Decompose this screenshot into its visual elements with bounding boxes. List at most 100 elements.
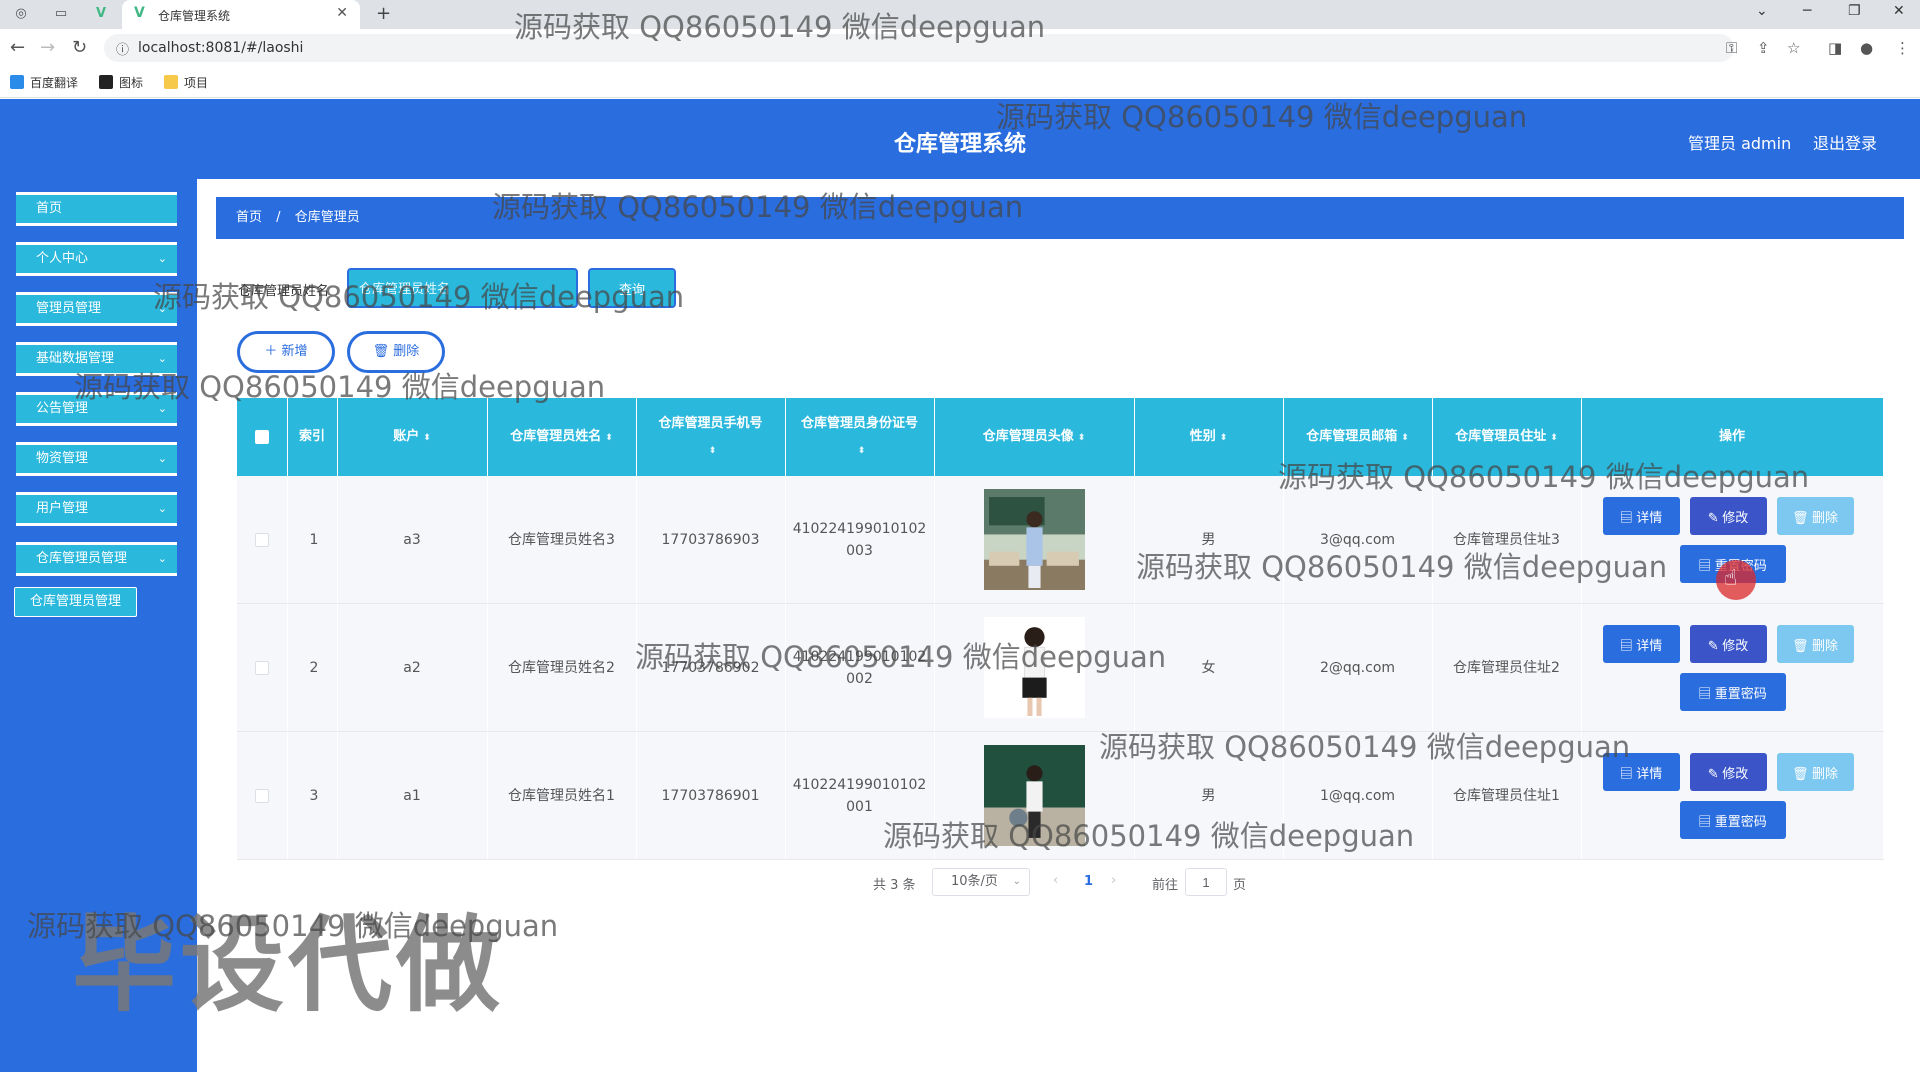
cell-actions: ▤ 详情 ✎ 修改 🗑 删除 ▤ 重置密码 — [1581, 476, 1884, 604]
browser-tab-bar: ◎ ▭ V V 仓库管理系统 ✕ + ⌄ ─ ❐ ✕ — [0, 0, 1920, 29]
restore-icon[interactable]: ❐ — [1848, 3, 1861, 19]
cell-account: a3 — [337, 476, 488, 604]
goto-page-input[interactable] — [1185, 868, 1227, 896]
search-button[interactable]: 查询 — [588, 268, 676, 308]
bookmark-item[interactable]: 图标 — [99, 74, 143, 91]
bookmark-item[interactable]: 百度翻译 — [10, 74, 78, 91]
tab-icon[interactable]: ▭ — [52, 5, 70, 23]
col-name[interactable]: 仓库管理员姓名 ⬍ — [487, 398, 637, 476]
sort-icon[interactable]: ⬍ — [1220, 425, 1228, 451]
close-icon[interactable]: ✕ — [336, 5, 348, 21]
minimize-icon[interactable]: ─ — [1803, 3, 1811, 19]
url-field[interactable]: ⓘ localhost:8081/#/laoshi — [104, 34, 1734, 62]
reset-password-button[interactable]: ▤ 重置密码 — [1679, 673, 1786, 711]
next-page-icon[interactable]: › — [1111, 873, 1116, 888]
col-address[interactable]: 仓库管理员住址 ⬍ — [1432, 398, 1582, 476]
cell-actions: ▤ 详情 ✎ 修改 🗑 删除 ▤ 重置密码 — [1581, 731, 1884, 860]
breadcrumb-home[interactable]: 首页 — [236, 210, 262, 225]
row-checkbox-cell[interactable] — [237, 476, 288, 604]
sidebar-item-notice[interactable]: 公告管理 ⌄ — [16, 392, 177, 426]
sidebar-item-materials[interactable]: 物资管理 ⌄ — [16, 442, 177, 476]
row-checkbox[interactable] — [254, 788, 269, 803]
app-title: 仓库管理系统 — [893, 132, 1026, 157]
edit-button[interactable]: ✎ 修改 — [1689, 625, 1767, 663]
select-all-header[interactable] — [237, 398, 288, 476]
pagination-total: 共 3 条 — [873, 878, 916, 893]
star-icon[interactable]: ☆ — [1787, 39, 1800, 57]
row-checkbox[interactable] — [254, 660, 269, 675]
sidebar-item-label: 基础数据管理 — [36, 351, 115, 366]
detail-button[interactable]: ▤ 详情 — [1602, 625, 1680, 663]
sort-icon[interactable]: ⬍ — [1550, 425, 1558, 451]
col-email[interactable]: 仓库管理员邮箱 ⬍ — [1283, 398, 1433, 476]
menu-icon[interactable]: ⋮ — [1895, 39, 1910, 57]
sort-icon[interactable]: ⬍ — [1078, 425, 1086, 451]
delete-button[interactable]: 🗑 删除 — [347, 331, 445, 373]
page-number[interactable]: 1 — [1084, 874, 1093, 889]
edit-button[interactable]: ✎ 修改 — [1689, 753, 1767, 791]
cell-name: 仓库管理员姓名2 — [487, 603, 637, 732]
avatar-image[interactable] — [983, 745, 1085, 846]
sort-icon[interactable]: ⬍ — [858, 438, 866, 464]
avatar-image[interactable] — [983, 617, 1085, 718]
detail-button[interactable]: ▤ 详情 — [1602, 497, 1680, 535]
sidebar-item-users[interactable]: 用户管理 ⌄ — [16, 492, 177, 526]
chevron-down-icon: ⌄ — [157, 552, 167, 565]
close-window-icon[interactable]: ✕ — [1893, 3, 1905, 19]
sidebar-item-home[interactable]: 首页 — [16, 192, 177, 226]
globe-icon[interactable]: ◎ — [12, 5, 30, 23]
browser-tab-active[interactable]: V 仓库管理系统 ✕ — [122, 0, 360, 29]
back-icon[interactable]: ← — [10, 37, 25, 58]
delete-row-button[interactable]: 🗑 删除 — [1776, 497, 1854, 535]
col-idcard[interactable]: 仓库管理员身份证号 ⬍ — [785, 398, 935, 476]
row-checkbox-cell[interactable] — [237, 603, 288, 732]
row-checkbox-cell[interactable] — [237, 731, 288, 860]
page-size-select[interactable]: 10条/页 ⌄ — [932, 868, 1030, 896]
profile-icon[interactable]: ● — [1860, 39, 1873, 57]
sidebar-item-warehouse-admin[interactable]: 仓库管理员管理 ⌄ — [16, 542, 177, 576]
cell-idcard: 410224199010102002 — [785, 603, 935, 732]
select-all-checkbox[interactable] — [254, 429, 269, 444]
sidepanel-icon[interactable]: ◨ — [1828, 39, 1842, 57]
sort-icon[interactable]: ⬍ — [1401, 425, 1409, 451]
chevron-down-icon[interactable]: ⌄ — [1756, 3, 1768, 19]
forward-icon[interactable]: → — [40, 37, 55, 58]
key-icon[interactable]: ⚿ — [1726, 39, 1737, 57]
detail-button[interactable]: ▤ 详情 — [1602, 753, 1680, 791]
reset-password-button[interactable]: ▤ 重置密码 — [1679, 801, 1786, 839]
delete-row-button[interactable]: 🗑 删除 — [1776, 753, 1854, 791]
prev-page-icon[interactable]: ‹ — [1053, 873, 1058, 888]
sort-icon[interactable]: ⬍ — [605, 425, 613, 451]
col-phone[interactable]: 仓库管理员手机号 ⬍ — [636, 398, 786, 476]
table-row: 3 a1 仓库管理员姓名1 17703786901 41022419901010… — [237, 731, 1884, 860]
bookmark-item[interactable]: 项目 — [164, 74, 208, 91]
vue-icon[interactable]: V — [92, 5, 110, 23]
goto-label: 前往 — [1152, 878, 1179, 893]
reload-icon[interactable]: ↻ — [72, 37, 87, 58]
edit-button[interactable]: ✎ 修改 — [1689, 497, 1767, 535]
vue-icon: V — [134, 5, 145, 21]
cell-idcard: 410224199010102001 — [785, 731, 935, 860]
share-icon[interactable]: ⇪ — [1757, 39, 1770, 57]
sort-icon[interactable]: ⬍ — [423, 425, 431, 451]
logout-link[interactable]: 退出登录 — [1813, 130, 1877, 154]
col-gender[interactable]: 性别 ⬍ — [1134, 398, 1284, 476]
search-input[interactable] — [347, 268, 578, 308]
add-button[interactable]: ＋ 新增 — [237, 331, 335, 373]
sidebar-item-basic-data[interactable]: 基础数据管理 ⌄ — [16, 342, 177, 376]
reset-password-button[interactable]: ▤ 重置密码 — [1679, 545, 1786, 583]
new-tab-icon[interactable]: + — [376, 3, 391, 24]
sidebar-subitem-warehouse-admin[interactable]: 仓库管理员管理 — [14, 587, 137, 617]
col-avatar[interactable]: 仓库管理员头像 ⬍ — [934, 398, 1135, 476]
sidebar-item-profile[interactable]: 个人中心 ⌄ — [16, 242, 177, 276]
sort-icon[interactable]: ⬍ — [709, 438, 717, 464]
col-account[interactable]: 账户 ⬍ — [337, 398, 488, 476]
info-icon[interactable]: ⓘ — [116, 39, 129, 58]
address-bar-row: ← → ↻ ⓘ localhost:8081/#/laoshi ⚿ ⇪ ☆ ◨ … — [0, 29, 1920, 67]
row-checkbox[interactable] — [254, 532, 269, 547]
cell-index: 1 — [287, 476, 338, 604]
sidebar-item-admin[interactable]: 管理员管理 ⌄ — [16, 292, 177, 326]
cell-actions: ▤ 详情 ✎ 修改 🗑 删除 ▤ 重置密码 — [1581, 603, 1884, 732]
avatar-image[interactable] — [983, 489, 1085, 590]
delete-row-button[interactable]: 🗑 删除 — [1776, 625, 1854, 663]
